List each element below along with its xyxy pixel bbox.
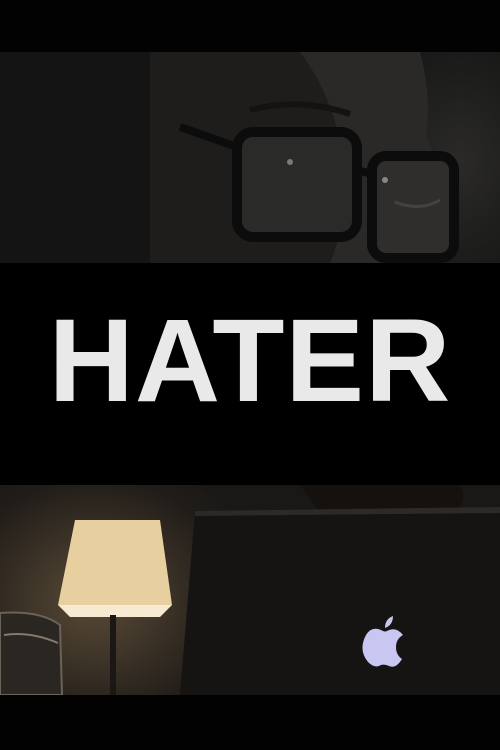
- poster-title: HATER: [48, 295, 452, 427]
- face-closeup-image: [0, 52, 500, 263]
- lamp-icon: [58, 520, 172, 605]
- movie-poster: HATER: [0, 0, 500, 750]
- desk-scene-image: [0, 485, 500, 695]
